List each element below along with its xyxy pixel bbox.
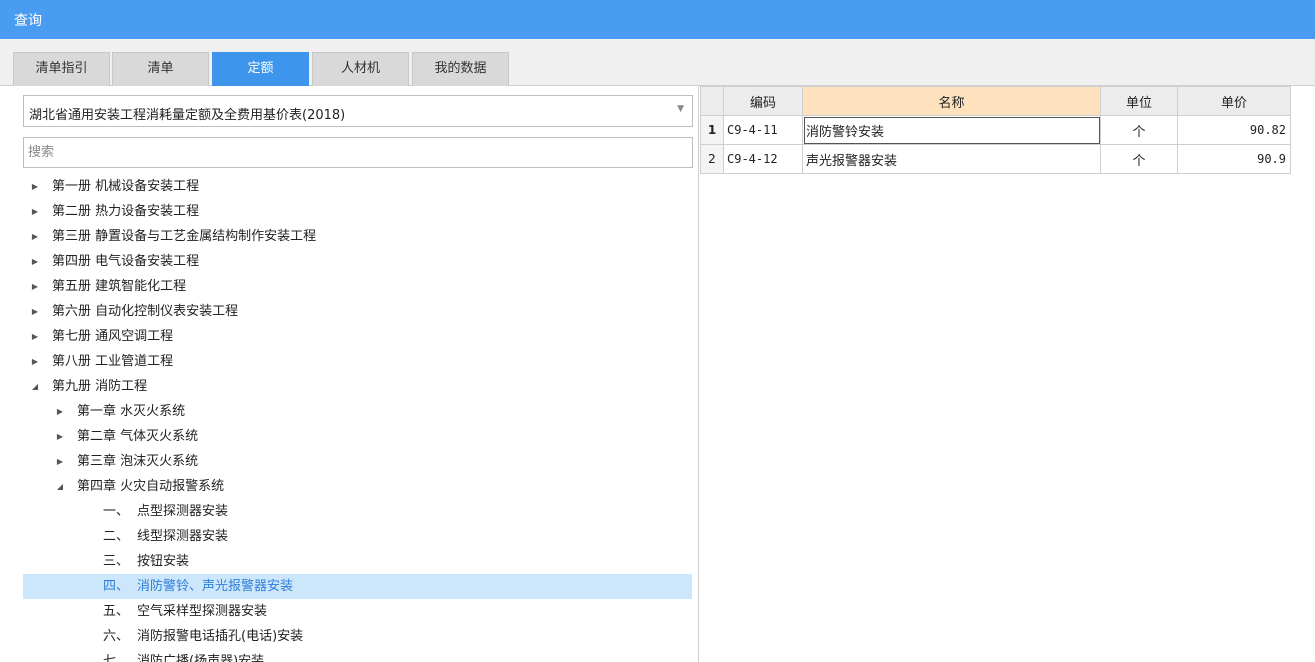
triangle-down-icon[interactable]: ◢ <box>29 374 41 399</box>
tree-node-volume-4[interactable]: ▶ 第四册 电气设备安装工程 <box>23 249 692 274</box>
quota-results-table: 编码 名称 单位 单价 1 C9-4-11 消防警铃安装 个 90.82 2 C… <box>700 86 1291 174</box>
tree-node-label: 第九册 消防工程 <box>52 379 148 394</box>
section-number: 四、 <box>103 579 130 594</box>
triangle-right-icon[interactable]: ▶ <box>54 424 66 449</box>
section-number: 五、 <box>103 604 130 619</box>
tree-node-chapter-2[interactable]: ▶ 第二章 气体灭火系统 <box>23 424 692 449</box>
table-row[interactable]: 1 C9-4-11 消防警铃安装 个 90.82 <box>700 115 1291 145</box>
tree-node-section-3[interactable]: 三、 按钮安装 <box>23 549 692 574</box>
tab-quota[interactable]: 定额 <box>212 52 309 86</box>
section-number: 六、 <box>103 629 130 644</box>
quota-tree: ▶ 第一册 机械设备安装工程 ▶ 第二册 热力设备安装工程 ▶ 第三册 静置设备… <box>23 174 692 662</box>
column-header-name[interactable]: 名称 <box>802 86 1101 116</box>
column-header-unit[interactable]: 单位 <box>1100 86 1178 116</box>
tree-node-section-6[interactable]: 六、 消防报警电话插孔(电话)安装 <box>23 624 692 649</box>
tab-bar: 清单指引 清单 定额 人材机 我的数据 <box>0 39 1315 86</box>
table-header-row: 编码 名称 单位 单价 <box>700 86 1291 116</box>
tree-node-label: 第二册 热力设备安装工程 <box>52 204 200 219</box>
cell-price[interactable]: 90.9 <box>1177 144 1291 174</box>
tree-node-label: 消防广播(扬声器)安装 <box>137 654 265 662</box>
tree-node-section-2[interactable]: 二、 线型探测器安装 <box>23 524 692 549</box>
results-panel: 编码 名称 单位 单价 1 C9-4-11 消防警铃安装 个 90.82 2 C… <box>700 86 1315 662</box>
tree-node-label: 第三章 泡沫灭火系统 <box>77 454 199 469</box>
tree-node-label: 第三册 静置设备与工艺金属结构制作安装工程 <box>52 229 317 244</box>
tree-node-label: 第四章 火灾自动报警系统 <box>77 479 225 494</box>
tree-node-section-5[interactable]: 五、 空气采样型探测器安装 <box>23 599 692 624</box>
tree-node-label: 第七册 通风空调工程 <box>52 329 174 344</box>
section-number: 一、 <box>103 504 130 519</box>
row-number-header <box>700 86 724 116</box>
tree-node-volume-3[interactable]: ▶ 第三册 静置设备与工艺金属结构制作安装工程 <box>23 224 692 249</box>
triangle-right-icon[interactable]: ▶ <box>29 174 41 199</box>
tree-node-volume-6[interactable]: ▶ 第六册 自动化控制仪表安装工程 <box>23 299 692 324</box>
tree-node-chapter-4[interactable]: ◢ 第四章 火灾自动报警系统 <box>23 474 692 499</box>
cell-name[interactable]: 声光报警器安装 <box>802 144 1101 174</box>
library-select[interactable]: 湖北省通用安装工程消耗量定额及全费用基价表(2018) ▼ <box>23 95 693 127</box>
row-number[interactable]: 1 <box>700 115 724 145</box>
tree-node-volume-7[interactable]: ▶ 第七册 通风空调工程 <box>23 324 692 349</box>
triangle-right-icon[interactable]: ▶ <box>29 274 41 299</box>
cell-unit[interactable]: 个 <box>1100 115 1178 145</box>
section-number: 三、 <box>103 554 130 569</box>
tree-node-label: 消防报警电话插孔(电话)安装 <box>137 629 304 644</box>
triangle-right-icon[interactable]: ▶ <box>29 249 41 274</box>
row-number[interactable]: 2 <box>700 144 724 174</box>
tab-labor-material-machine[interactable]: 人材机 <box>312 52 409 86</box>
chevron-down-icon[interactable]: ▼ <box>677 104 684 114</box>
tree-node-label: 按钮安装 <box>137 554 190 569</box>
tree-node-section-1[interactable]: 一、 点型探测器安装 <box>23 499 692 524</box>
triangle-down-icon[interactable]: ◢ <box>54 474 66 499</box>
triangle-right-icon[interactable]: ▶ <box>29 224 41 249</box>
cell-name[interactable]: 消防警铃安装 <box>802 115 1101 145</box>
library-select-value: 湖北省通用安装工程消耗量定额及全费用基价表(2018) <box>29 108 346 123</box>
tree-node-label: 第五册 建筑智能化工程 <box>52 279 187 294</box>
tree-node-volume-1[interactable]: ▶ 第一册 机械设备安装工程 <box>23 174 692 199</box>
tree-node-label: 点型探测器安装 <box>137 504 229 519</box>
column-header-price[interactable]: 单价 <box>1177 86 1291 116</box>
tree-node-volume-2[interactable]: ▶ 第二册 热力设备安装工程 <box>23 199 692 224</box>
cell-price[interactable]: 90.82 <box>1177 115 1291 145</box>
left-panel: 湖北省通用安装工程消耗量定额及全费用基价表(2018) ▼ ▶ 第一册 机械设备… <box>0 86 699 662</box>
triangle-right-icon[interactable]: ▶ <box>29 324 41 349</box>
triangle-right-icon[interactable]: ▶ <box>29 349 41 374</box>
tree-node-label: 第四册 电气设备安装工程 <box>52 254 200 269</box>
triangle-right-icon[interactable]: ▶ <box>29 199 41 224</box>
tree-node-chapter-3[interactable]: ▶ 第三章 泡沫灭火系统 <box>23 449 692 474</box>
cell-unit[interactable]: 个 <box>1100 144 1178 174</box>
tree-node-label: 第二章 气体灭火系统 <box>77 429 199 444</box>
tab-bill[interactable]: 清单 <box>112 52 209 86</box>
tree-node-section-4-selected[interactable]: 四、 消防警铃、声光报警器安装 <box>23 574 692 599</box>
tree-node-volume-8[interactable]: ▶ 第八册 工业管道工程 <box>23 349 692 374</box>
tree-node-volume-9[interactable]: ◢ 第九册 消防工程 <box>23 374 692 399</box>
tree-node-section-7[interactable]: 七、 消防广播(扬声器)安装 <box>23 649 692 662</box>
triangle-right-icon[interactable]: ▶ <box>29 299 41 324</box>
tree-node-label: 第一册 机械设备安装工程 <box>52 179 200 194</box>
triangle-right-icon[interactable]: ▶ <box>54 399 66 424</box>
tree-node-label: 消防警铃、声光报警器安装 <box>137 579 294 594</box>
tab-bill-guide[interactable]: 清单指引 <box>13 52 110 86</box>
window-title: 查询 <box>14 13 42 29</box>
tree-node-label: 第六册 自动化控制仪表安装工程 <box>52 304 239 319</box>
tab-my-data[interactable]: 我的数据 <box>412 52 509 86</box>
cell-code[interactable]: C9-4-12 <box>723 144 803 174</box>
table-row[interactable]: 2 C9-4-12 声光报警器安装 个 90.9 <box>700 144 1291 174</box>
search-input[interactable] <box>23 137 693 168</box>
tree-node-label: 第一章 水灭火系统 <box>77 404 186 419</box>
tree-node-label: 第八册 工业管道工程 <box>52 354 174 369</box>
cell-code[interactable]: C9-4-11 <box>723 115 803 145</box>
tree-node-label: 空气采样型探测器安装 <box>137 604 268 619</box>
title-bar: 查询 <box>0 0 1315 39</box>
tree-node-chapter-1[interactable]: ▶ 第一章 水灭火系统 <box>23 399 692 424</box>
section-number: 七、 <box>103 654 130 662</box>
column-header-code[interactable]: 编码 <box>723 86 803 116</box>
tree-node-label: 线型探测器安装 <box>137 529 229 544</box>
triangle-right-icon[interactable]: ▶ <box>54 449 66 474</box>
tree-node-volume-5[interactable]: ▶ 第五册 建筑智能化工程 <box>23 274 692 299</box>
section-number: 二、 <box>103 529 130 544</box>
